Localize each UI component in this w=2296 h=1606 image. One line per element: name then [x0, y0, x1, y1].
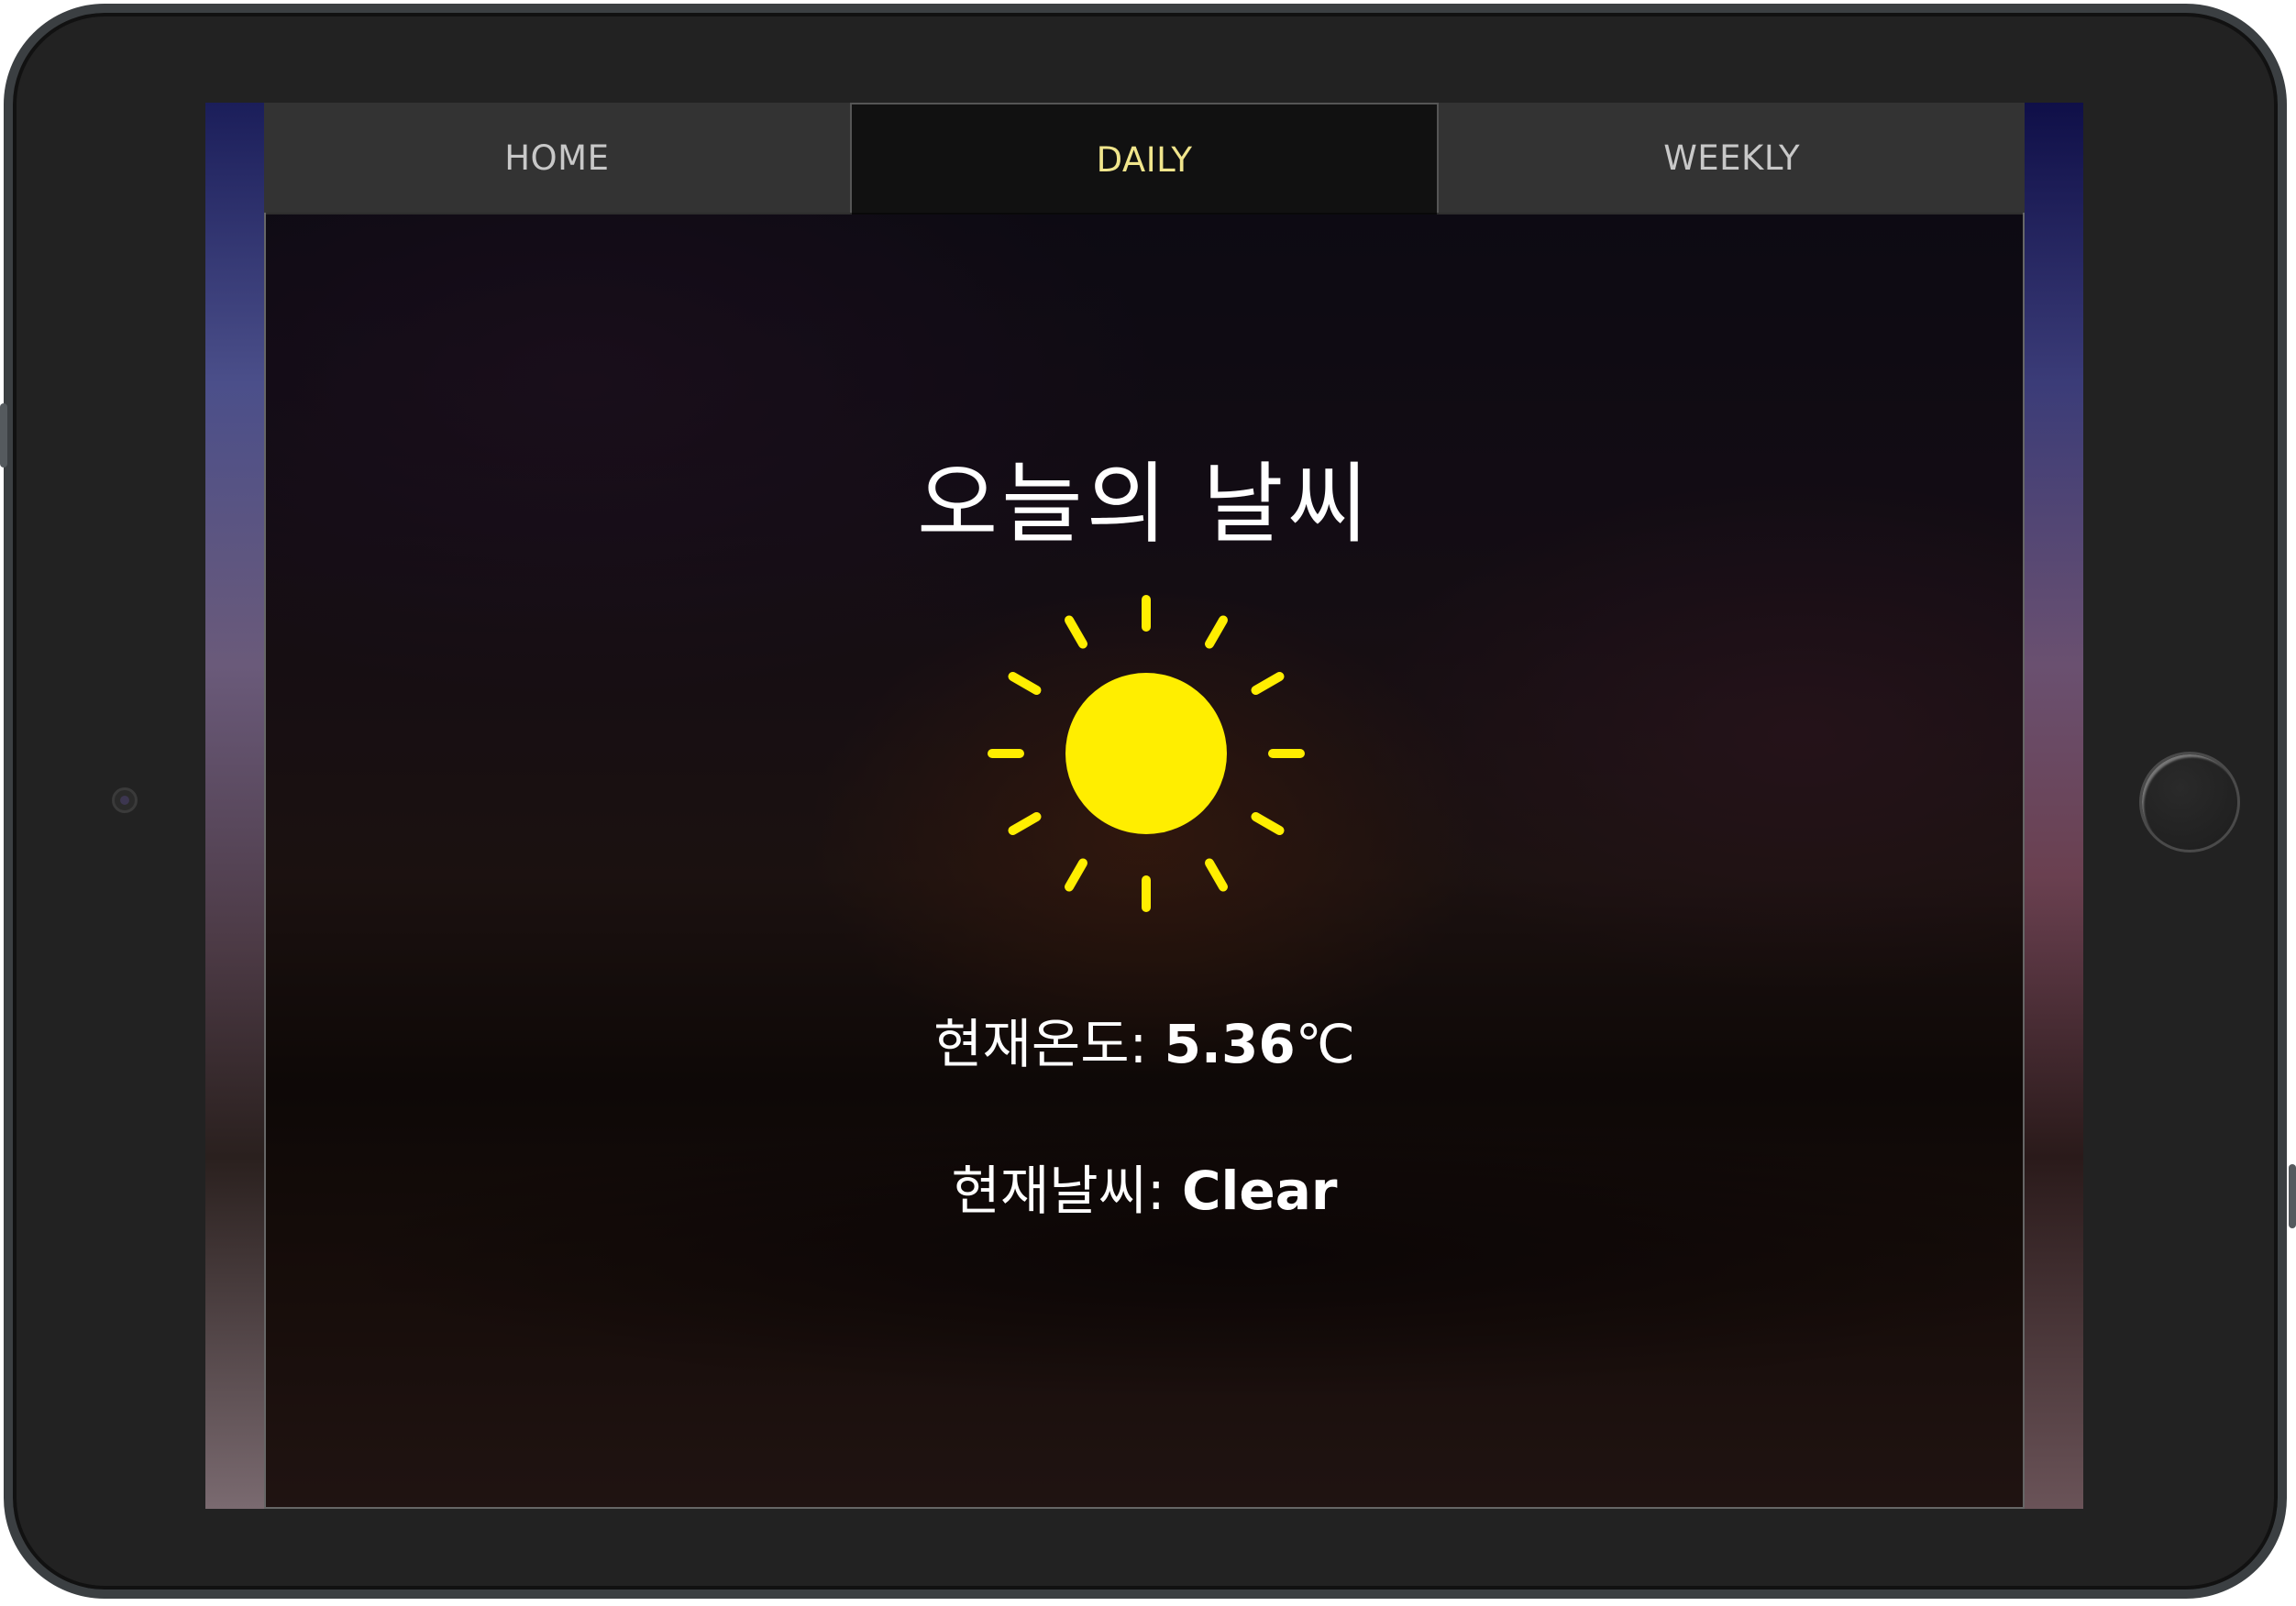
background-left-edge [205, 103, 264, 1509]
current-weather: 현재날씨: Clear [266, 1148, 2023, 1225]
sun-ray [1065, 858, 1087, 892]
sun-ray [1065, 615, 1087, 649]
sun-ray [1205, 858, 1228, 892]
sun-ray [1205, 615, 1228, 649]
home-hardware-button[interactable] [2139, 752, 2240, 852]
weather-app: HOME DAILY WEEKLY 오늘의 날씨 현재온도: 5.36℃ 현재날… [264, 103, 2026, 1509]
tab-daily[interactable]: DAILY [849, 103, 1440, 214]
weather-value: Clear [1181, 1160, 1338, 1222]
screen: HOME DAILY WEEKLY 오늘의 날씨 현재온도: 5.36℃ 현재날… [205, 103, 2083, 1509]
current-temperature: 현재온도: 5.36℃ [266, 1001, 2023, 1078]
temperature-unit: ℃ [1295, 1013, 1355, 1075]
power-button [2289, 1164, 2296, 1228]
front-camera [112, 787, 138, 813]
temperature-label: 현재온도: [933, 1013, 1165, 1075]
weather-label: 현재날씨: [951, 1160, 1182, 1222]
sun-ray [1008, 812, 1042, 835]
daily-panel: 오늘의 날씨 현재온도: 5.36℃ 현재날씨: Clear [264, 213, 2025, 1509]
tab-home[interactable]: HOME [264, 103, 850, 214]
sun-ray [1008, 672, 1042, 695]
sun-ray [1251, 672, 1285, 695]
background-right-edge [2025, 103, 2083, 1509]
volume-button [0, 403, 7, 468]
page-title: 오늘의 날씨 [916, 453, 1373, 556]
temperature-value: 5.36 [1164, 1013, 1296, 1075]
tab-weekly[interactable]: WEEKLY [1439, 103, 2026, 214]
sun-ray [1251, 812, 1285, 835]
sun-icon [988, 595, 1305, 912]
tab-bar: HOME DAILY WEEKLY [264, 103, 2026, 214]
